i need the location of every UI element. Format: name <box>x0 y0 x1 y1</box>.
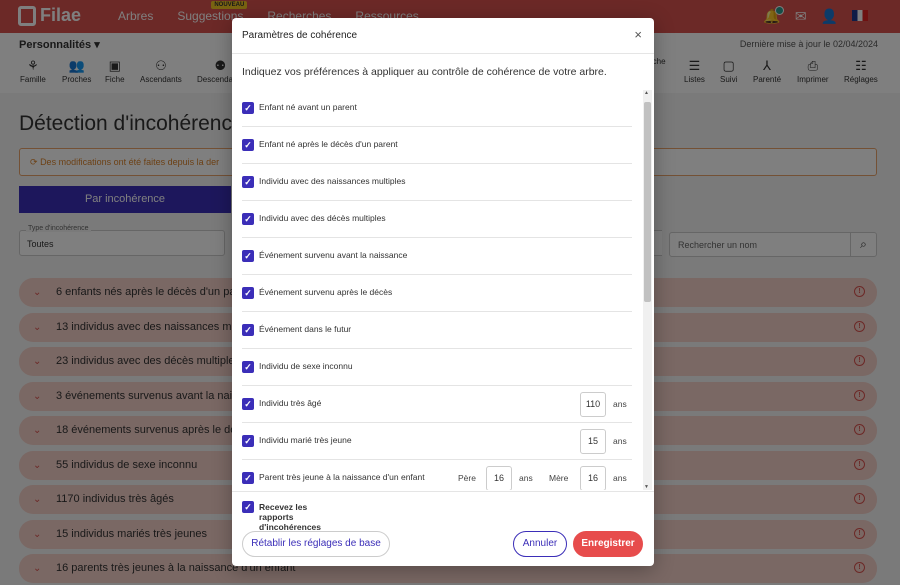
option-label: Événement survenu avant la naissance <box>259 250 408 260</box>
checkbox[interactable]: ✓ <box>242 501 254 513</box>
unit-label: ans <box>519 473 533 483</box>
father-age-input[interactable]: 16 <box>486 466 512 490</box>
option-label: Événement dans le futur <box>259 324 352 334</box>
unit-label: ans <box>613 399 627 409</box>
checkbox[interactable]: ✓ <box>242 472 254 484</box>
reset-defaults-button[interactable]: Rétablir les réglages de base <box>242 531 390 557</box>
option-row: ✓ Individu avec des décès multiples <box>242 201 632 238</box>
option-label: Enfant né après le décès d'un parent <box>259 139 398 149</box>
option-label: Individu très âgé <box>259 398 322 408</box>
scroll-thumb[interactable] <box>644 102 651 302</box>
coherence-settings-modal: Paramètres de cohérence × Indiquez vos p… <box>232 18 654 566</box>
mother-age-input[interactable]: 16 <box>580 466 606 490</box>
min-marriage-age-input[interactable]: 15 <box>580 429 606 454</box>
option-label: Parent très jeune à la naissance d'un en… <box>259 472 425 482</box>
close-icon[interactable]: × <box>634 27 642 42</box>
checkbox[interactable]: ✓ <box>242 398 254 410</box>
option-label: Individu marié très jeune <box>259 435 352 445</box>
unit-label: ans <box>613 473 627 483</box>
option-row: ✓ Individu marié très jeune 15 ans <box>242 423 632 460</box>
option-row: ✓ Événement survenu après le décès <box>242 275 632 312</box>
cancel-button[interactable]: Annuler <box>513 531 567 557</box>
checkbox[interactable]: ✓ <box>242 361 254 373</box>
mother-label: Mère <box>549 473 569 483</box>
option-row: ✓ Enfant né avant un parent <box>242 90 632 127</box>
scroll-up-icon[interactable]: ▲ <box>644 90 649 96</box>
checkbox[interactable]: ✓ <box>242 435 254 447</box>
unit-label: ans <box>613 436 627 446</box>
options-list: ✓ Enfant né avant un parent ✓ Enfant né … <box>232 90 642 490</box>
option-label: Événement survenu après le décès <box>259 287 393 297</box>
divider <box>232 53 654 54</box>
checkbox[interactable]: ✓ <box>242 176 254 188</box>
max-age-input[interactable]: 110 <box>580 392 606 417</box>
scrollbar[interactable]: ▲ ▼ <box>643 90 652 490</box>
option-row: ✓ Événement dans le futur <box>242 312 632 349</box>
scroll-down-icon[interactable]: ▼ <box>644 484 649 490</box>
option-row: ✓ Événement survenu avant la naissance <box>242 238 632 275</box>
option-label: Individu de sexe inconnu <box>259 361 353 371</box>
checkbox[interactable]: ✓ <box>242 324 254 336</box>
option-row: ✓ Individu de sexe inconnu <box>242 349 632 386</box>
option-label: Individu avec des naissances multiples <box>259 176 406 186</box>
father-label: Père <box>458 473 476 483</box>
option-label: Enfant né avant un parent <box>259 102 357 112</box>
checkbox[interactable]: ✓ <box>242 139 254 151</box>
modal-title: Paramètres de cohérence <box>242 30 358 41</box>
save-button[interactable]: Enregistrer <box>573 531 643 557</box>
option-row: ✓ Parent très jeune à la naissance d'un … <box>242 460 632 490</box>
modal-intro: Indiquez vos préférences à appliquer au … <box>242 66 607 78</box>
checkbox[interactable]: ✓ <box>242 250 254 262</box>
checkbox[interactable]: ✓ <box>242 102 254 114</box>
option-row: ✓ Individu avec des naissances multiples <box>242 164 632 201</box>
option-row: ✓ Individu très âgé 110 ans <box>242 386 632 423</box>
option-label: Individu avec des décès multiples <box>259 213 386 223</box>
option-row: ✓ Enfant né après le décès d'un parent <box>242 127 632 164</box>
checkbox[interactable]: ✓ <box>242 213 254 225</box>
checkbox[interactable]: ✓ <box>242 287 254 299</box>
divider <box>232 491 654 492</box>
